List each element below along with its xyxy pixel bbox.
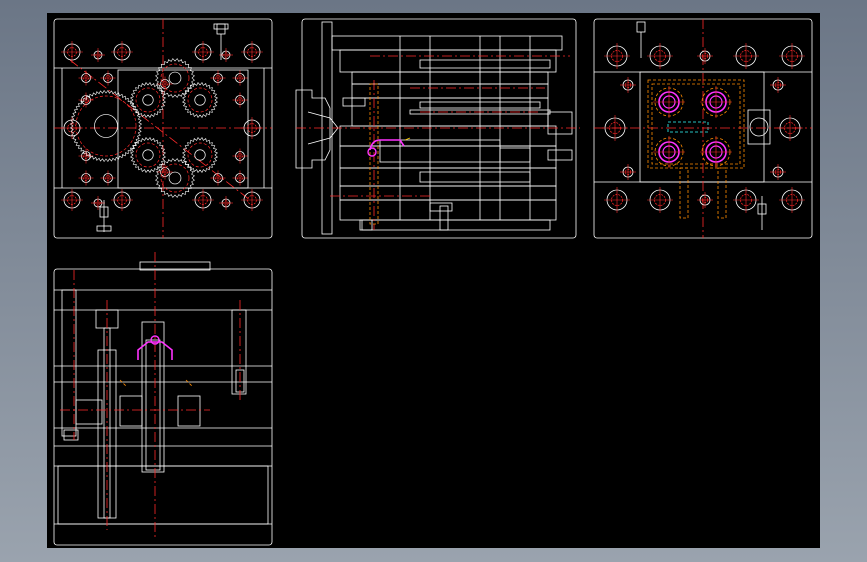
gear bbox=[155, 158, 195, 198]
front-section-view[interactable] bbox=[295, 18, 580, 239]
side-view[interactable] bbox=[593, 18, 813, 239]
view-border bbox=[301, 18, 577, 239]
cavity bbox=[653, 86, 685, 118]
cavity bbox=[700, 86, 732, 118]
cavity bbox=[700, 136, 732, 168]
gear bbox=[155, 58, 195, 98]
gear bbox=[182, 82, 218, 118]
side-section-view[interactable] bbox=[53, 252, 273, 546]
large-gear bbox=[69, 89, 143, 163]
bolt-icon bbox=[636, 21, 767, 230]
cavity bbox=[653, 136, 685, 168]
top-view[interactable] bbox=[53, 18, 273, 239]
gear bbox=[69, 89, 143, 163]
gear bbox=[182, 137, 218, 173]
gear bbox=[130, 82, 166, 118]
cad-drawing[interactable] bbox=[0, 0, 867, 562]
gear bbox=[130, 137, 166, 173]
